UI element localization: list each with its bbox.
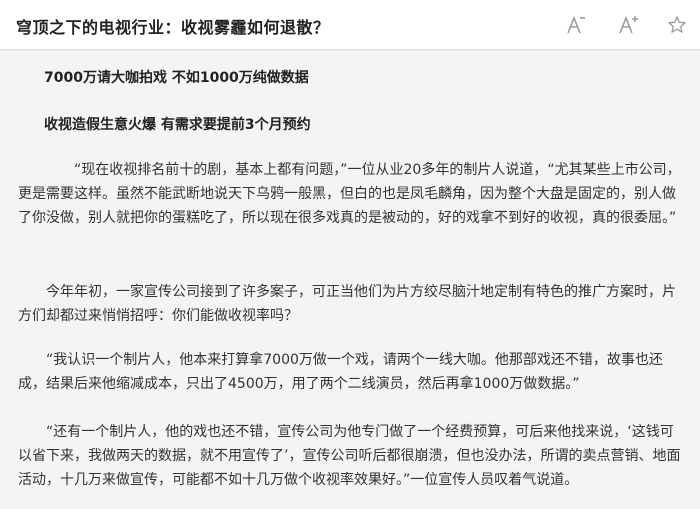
article-subheading: 收视造假生意火爆 有需求要提前3个月预约 [44, 117, 311, 133]
article-paragraph: 今年年初，一家宣传公司接到了许多案子，可正当他们为片方绞尽脑汁地定制有特色的推广… [18, 280, 682, 328]
article-subheading: 7000万请大咖拍戏 不如1000万纯做数据 [44, 70, 309, 86]
font-decrease-button[interactable] [563, 10, 589, 40]
paragraph-text: 今年年初，一家宣传公司接到了许多案子，可正当他们为片方绞尽脑汁地定制有特色的推广… [18, 284, 676, 324]
paragraph-text: “现在收视排名前十的剧，基本上都有问题，”一位从业20多年的制片人说道，“尤其某… [18, 162, 681, 226]
paragraph-text: “我认识一个制片人，他本来打算拿7000万做一个戏，请两个一线大咖。他那部戏还不… [18, 352, 663, 392]
star-icon [668, 16, 686, 33]
favorite-button[interactable] [665, 10, 689, 40]
article-paragraph: “现在收视排名前十的剧，基本上都有问题，”一位从业20多年的制片人说道，“尤其某… [18, 158, 682, 230]
article-body: 7000万请大咖拍戏 不如1000万纯做数据 收视造假生意火爆 有需求要提前3个… [0, 51, 700, 509]
article-paragraph: “我认识一个制片人，他本来打算拿7000万做一个戏，请两个一线大咖。他那部戏还不… [18, 348, 682, 396]
article-header: 穹顶之下的电视行业：收视雾霾如何退散？ [0, 0, 700, 50]
article-title: 穹顶之下的电视行业：收视雾霾如何退散？ [16, 18, 330, 37]
font-increase-button[interactable] [615, 10, 643, 40]
font-decrease-icon [567, 15, 585, 34]
article-paragraph: “还有一个制片人，他的戏也还不错，宣传公司为他专门做了一个经费预算，可后来他找来… [18, 420, 682, 492]
font-increase-icon [619, 15, 638, 34]
paragraph-text: “还有一个制片人，他的戏也还不错，宣传公司为他专门做了一个经费预算，可后来他找来… [18, 424, 681, 488]
